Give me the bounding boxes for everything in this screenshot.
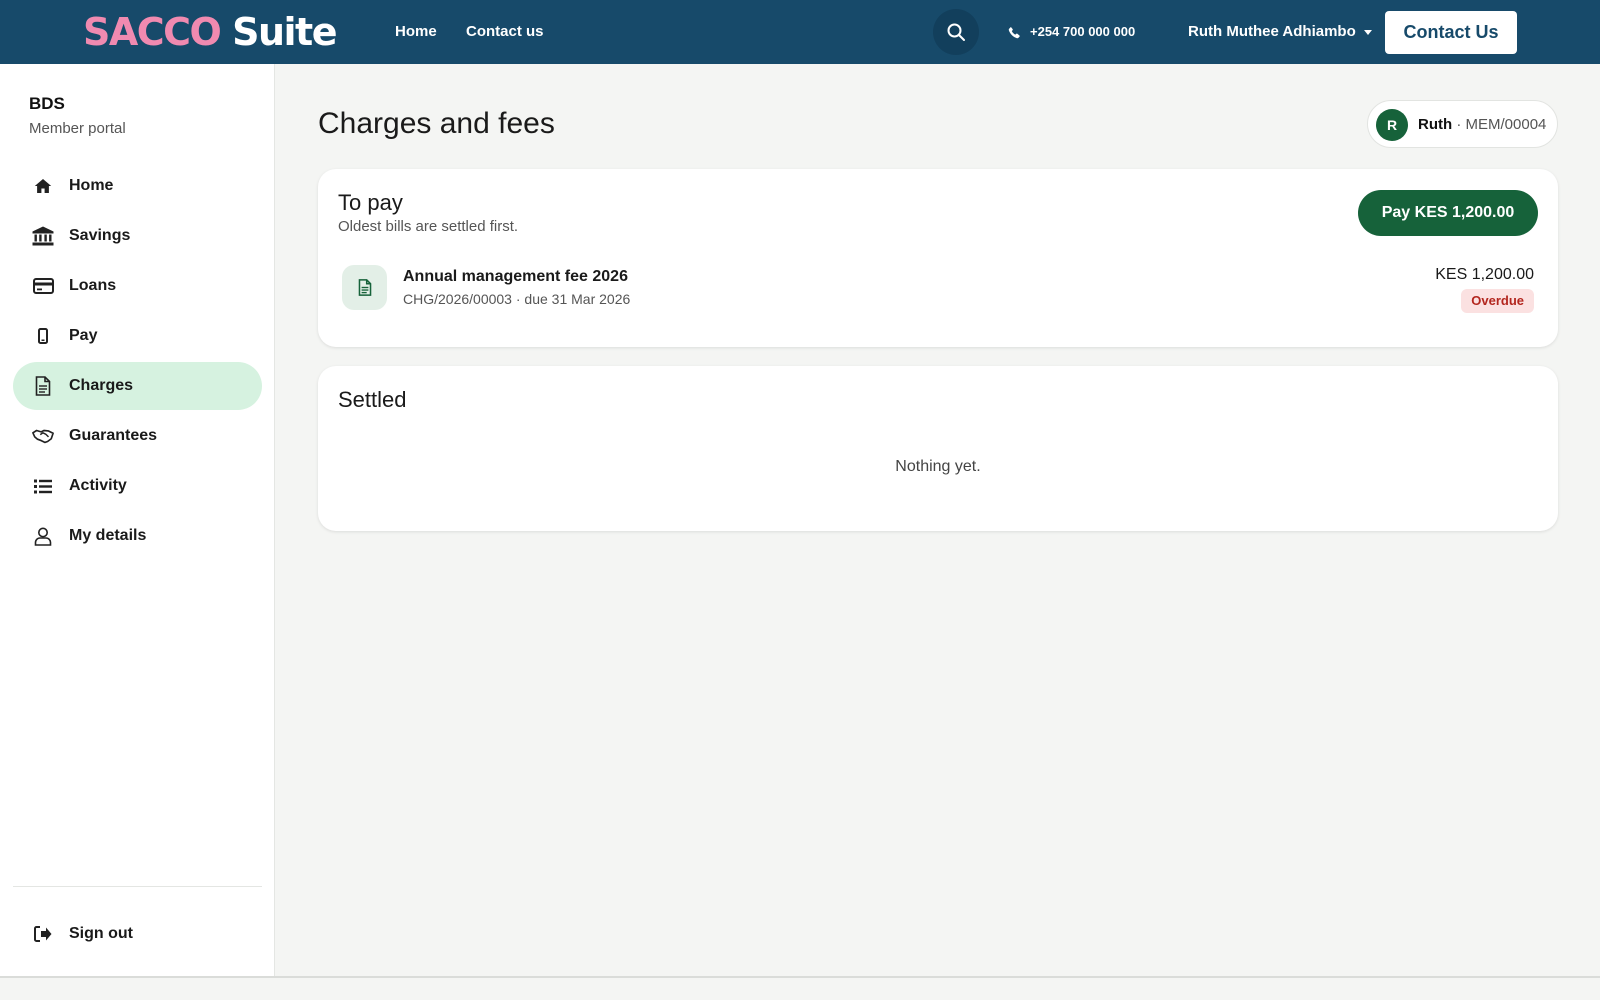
user-name: Ruth Muthee Adhiambo <box>1188 23 1356 40</box>
brand-name-part2: Suite <box>220 10 337 54</box>
avatar: R <box>1376 109 1408 141</box>
member-separator: · <box>1452 116 1466 133</box>
phone-icon <box>1008 26 1020 38</box>
sidebar-item-guarantees[interactable]: Guarantees <box>13 412 262 460</box>
sidebar-item-label: Activity <box>69 477 127 494</box>
settled-title: Settled <box>338 387 407 412</box>
nav-link-home[interactable]: Home <box>395 22 437 42</box>
brand-name-suite: Suite <box>232 10 337 54</box>
sidebar-item-pay[interactable]: Pay <box>13 312 262 360</box>
contact-us-button[interactable]: Contact Us <box>1385 11 1517 54</box>
search-icon <box>947 23 965 41</box>
status-badge: Overdue <box>1461 289 1534 313</box>
member-number: MEM/00004 <box>1465 116 1547 133</box>
brand-name-part1: SACCO <box>83 10 222 54</box>
user-menu-toggle[interactable]: Ruth Muthee Adhiambo <box>1188 22 1372 42</box>
sign-out-icon <box>32 924 54 944</box>
member-name: Ruth <box>1418 116 1453 133</box>
sidebar-item-savings[interactable]: Savings <box>13 212 262 260</box>
top-navbar: SACCO Suite Home Contact us +254 700 000… <box>0 0 1600 64</box>
to-pay-card: To pay Oldest bills are settled first. P… <box>318 169 1558 347</box>
to-pay-subtitle: Oldest bills are settled first. <box>338 218 519 235</box>
sign-out-label: Sign out <box>69 925 133 942</box>
bill-amount: KES 1,200.00 <box>1435 266 1534 283</box>
document-icon <box>342 265 387 310</box>
sidebar-item-label: Charges <box>69 377 134 394</box>
pay-button[interactable]: Pay KES 1,200.00 <box>1358 190 1538 236</box>
sign-out-button[interactable]: Sign out <box>13 910 262 958</box>
sidebar: BDS Member portal Home Savings Loans Pay… <box>0 64 275 976</box>
bill-meta: CHG/2026/00003 · due 31 Mar 2026 <box>403 291 631 307</box>
nav-link-contact[interactable]: Contact us <box>466 22 544 42</box>
bill-title: Annual management fee 2026 <box>403 268 628 285</box>
sidebar-item-my-details[interactable]: My details <box>13 512 262 560</box>
sidebar-item-label: Savings <box>69 227 131 244</box>
sidebar-item-label: Home <box>69 177 114 194</box>
member-info: Ruth · MEM/00004 <box>1418 115 1546 135</box>
sidebar-item-loans[interactable]: Loans <box>13 262 262 310</box>
support-phone[interactable]: +254 700 000 000 <box>1008 22 1135 42</box>
home-icon <box>32 176 54 196</box>
user-icon <box>32 526 54 546</box>
search-button[interactable] <box>933 9 979 55</box>
org-name: BDS <box>29 94 65 113</box>
phone-number: +254 700 000 000 <box>1030 24 1136 39</box>
footer-divider <box>0 976 1600 978</box>
to-pay-title: To pay <box>338 190 403 215</box>
handshake-icon <box>32 426 54 446</box>
empty-state-text: Nothing yet. <box>895 458 981 475</box>
sidebar-item-label: Guarantees <box>69 427 158 444</box>
sidebar-item-label: Loans <box>69 277 117 294</box>
sidebar-item-charges[interactable]: Charges <box>13 362 262 410</box>
settled-card: Settled Nothing yet. <box>318 366 1558 531</box>
member-chip: R Ruth · MEM/00004 <box>1367 100 1558 148</box>
sidebar-item-home[interactable]: Home <box>13 162 262 210</box>
sidebar-item-activity[interactable]: Activity <box>13 462 262 510</box>
caret-down-icon <box>1363 29 1372 35</box>
bank-icon <box>32 226 54 246</box>
sidebar-item-label: Pay <box>69 327 98 344</box>
document-icon <box>32 376 54 396</box>
mobile-phone-icon <box>32 326 54 346</box>
credit-card-icon <box>32 276 54 296</box>
brand-logo[interactable]: SACCO Suite <box>83 9 337 55</box>
list-icon <box>32 476 54 496</box>
list-item[interactable]: Annual management fee 2026 CHG/2026/0000… <box>338 265 1538 321</box>
org-subtitle: Member portal <box>29 120 126 137</box>
page-title: Charges and fees <box>318 107 555 140</box>
sidebar-item-label: My details <box>69 527 147 544</box>
sidebar-divider <box>13 886 262 887</box>
